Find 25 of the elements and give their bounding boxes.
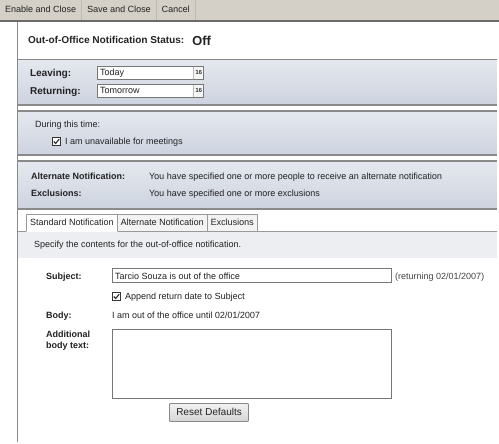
summary-text: You have specified one or more people to receive an alternate notification bbox=[149, 170, 442, 183]
reset-defaults-button[interactable]: Reset Defaults bbox=[169, 402, 249, 422]
date-label: Returning: bbox=[30, 84, 82, 98]
additional-body-label: Additional body text: bbox=[46, 328, 91, 350]
during-label: During this time: bbox=[35, 118, 102, 131]
summary-label: Exclusions: bbox=[31, 186, 83, 200]
date-label: Leaving: bbox=[30, 66, 72, 80]
tab[interactable]: Standard Notification bbox=[26, 214, 118, 232]
checkbox-label: I am unavailable for meetings bbox=[65, 135, 183, 148]
body-label: Body: bbox=[46, 309, 72, 322]
summary-label: Alternate Notification: bbox=[31, 170, 126, 183]
subject-label: Subject: bbox=[46, 270, 83, 283]
summary-text: You have specified one or more exclusions bbox=[149, 186, 320, 200]
status-value: Off bbox=[192, 32, 211, 50]
checkbox-label: Append return date to Subject bbox=[125, 290, 245, 303]
tab[interactable]: Exclusions bbox=[208, 214, 258, 231]
body-text: I am out of the office until 02/01/2007 bbox=[112, 309, 261, 322]
additional-body-field[interactable] bbox=[112, 328, 392, 398]
subject-field[interactable]: Tarcio Souza is out of the office bbox=[112, 268, 392, 283]
instructions-text: Specify the contents for the out-of-office notification. bbox=[34, 238, 241, 252]
status-label: Out-of-Office Notification Status: bbox=[28, 34, 184, 48]
checkbox[interactable] bbox=[52, 137, 61, 146]
checkbox[interactable] bbox=[112, 292, 121, 301]
return-date-note: (returning 02/01/2007) bbox=[394, 270, 486, 283]
tab[interactable]: Alternate Notification bbox=[118, 214, 208, 231]
